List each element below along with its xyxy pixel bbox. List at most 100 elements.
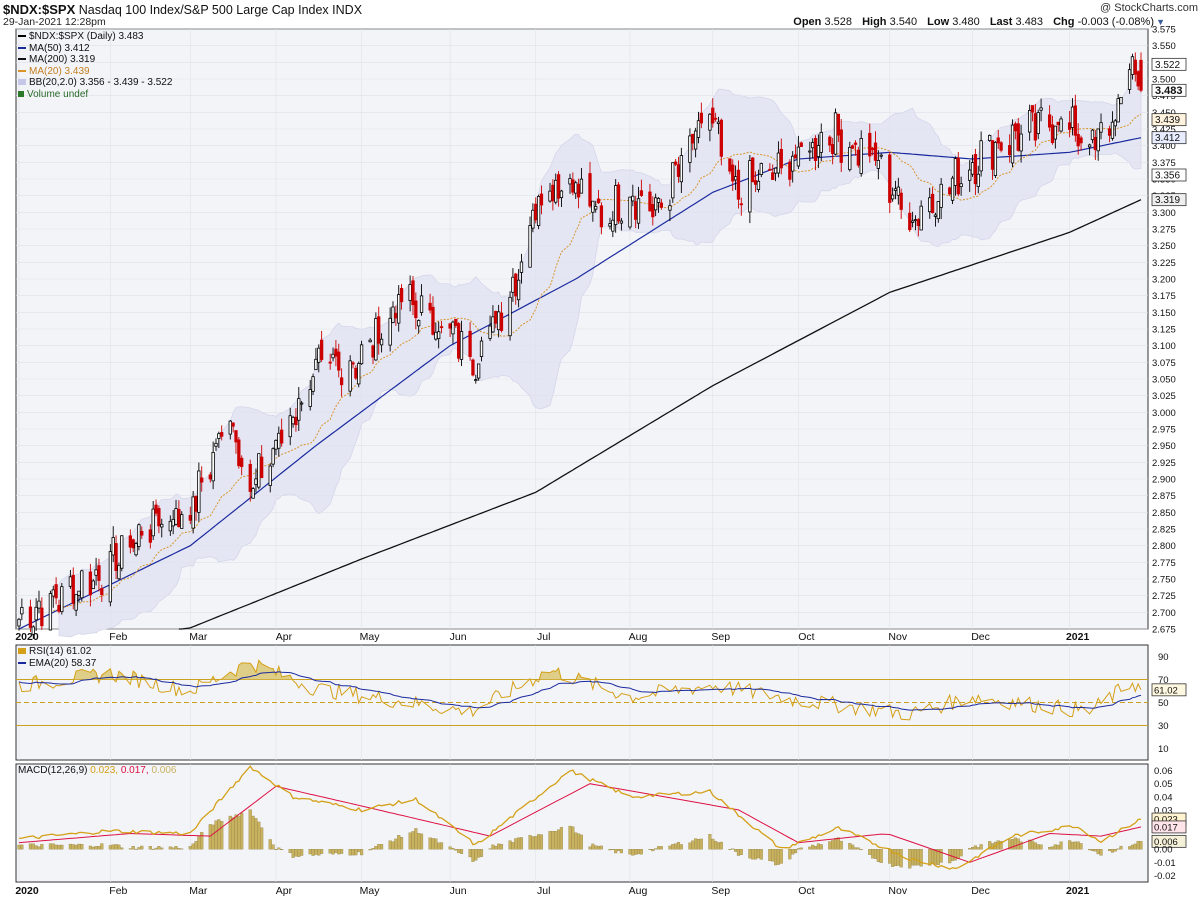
price-tick-label: 3.150 [1152, 308, 1176, 319]
candle-body [151, 508, 155, 537]
candle-body [1090, 129, 1095, 141]
rsi-tick-label: 10 [1158, 744, 1169, 755]
macd-histogram-bar [888, 849, 892, 864]
candle-body [634, 201, 638, 220]
candle-body [930, 193, 935, 214]
candle-body [654, 197, 658, 211]
candle-body [779, 148, 783, 169]
dropdown-arrow-icon[interactable]: ▼ [1156, 17, 1165, 27]
macd-histogram-bar [320, 849, 324, 854]
candle-body [391, 306, 395, 323]
month-label: Jul [537, 885, 550, 897]
candle-body [793, 154, 798, 159]
candle-body [933, 214, 938, 217]
candle-body [716, 121, 721, 124]
macd-histogram-bar [148, 846, 152, 850]
macd-histogram-bar [774, 849, 778, 866]
candle-body [1113, 120, 1117, 127]
candle-body [839, 129, 843, 163]
macd-histogram-bar [976, 847, 980, 850]
macd-histogram-bar [708, 834, 712, 850]
candle-body [848, 146, 852, 171]
candle-body [631, 195, 635, 202]
candle-body [656, 197, 661, 203]
candle-body [988, 134, 992, 141]
macd-histogram-bar [808, 846, 812, 850]
month-label: Jun [450, 631, 467, 643]
macd-histogram-bar [1108, 849, 1112, 851]
macd-histogram-bar [60, 844, 64, 850]
candle-body [691, 133, 695, 144]
candle-body [651, 204, 655, 218]
macd-histogram-bar [691, 840, 695, 850]
price-tick-label: 2.975 [1152, 425, 1176, 436]
macd-histogram-bar [160, 847, 164, 850]
macd-histogram-bar [754, 849, 758, 860]
candle-body [1036, 112, 1040, 135]
candle-body [1130, 56, 1135, 75]
macd-histogram-bar [68, 843, 72, 850]
candle-body [890, 194, 895, 200]
macd-histogram-bar [111, 844, 115, 850]
candle-body [828, 136, 832, 146]
macd-histogram-bar [611, 849, 615, 850]
candle-body [496, 311, 501, 331]
candle-body [148, 529, 152, 543]
candle-body [548, 190, 552, 202]
low-label: Low [927, 16, 950, 28]
month-label: May [360, 885, 381, 897]
candle-body [37, 600, 41, 609]
candle-body [611, 219, 615, 232]
legend-ma200: MA(200) 3.319 [18, 54, 172, 66]
macd-histogram-bar [260, 827, 264, 850]
macd-histogram-bar [793, 849, 798, 854]
macd-histogram-bar [1039, 844, 1043, 850]
candle-body [568, 178, 572, 185]
candle-body [514, 273, 518, 297]
macd-histogram-bar [699, 838, 703, 850]
macd-histogram-bar [619, 849, 623, 854]
candle-body [616, 184, 621, 222]
macd-histogram-bar [97, 846, 101, 850]
month-label: Aug [629, 885, 648, 897]
legend-hist-value: 0.006 [151, 765, 177, 776]
macd-histogram-bar [51, 843, 55, 850]
macd-histogram-bar [879, 849, 883, 863]
macd-histogram-bar [688, 842, 692, 850]
candle-body [859, 138, 863, 174]
macd-histogram-bar [231, 817, 235, 850]
macd-histogram-bar [397, 835, 401, 850]
candle-body [428, 302, 432, 311]
candle-body [588, 173, 592, 207]
candle-body [813, 138, 818, 162]
candle-body [488, 325, 492, 339]
candle-body [334, 348, 338, 357]
candle-body [1070, 106, 1075, 128]
candle-body [936, 201, 940, 220]
candle-body [140, 530, 144, 536]
price-value-tag-label: 3.319 [1155, 195, 1180, 206]
price-tick-label: 2.850 [1152, 508, 1176, 519]
candle-body [168, 520, 172, 532]
candle-body [77, 590, 81, 596]
macd-histogram-bar [734, 849, 738, 852]
candle-body [180, 514, 184, 529]
candle-body [913, 219, 918, 222]
candle-body [648, 191, 652, 212]
candle-body [328, 361, 332, 364]
macd-histogram-bar [768, 849, 772, 862]
macd-histogram-bar [131, 845, 135, 850]
macd-histogram-bar [588, 846, 592, 850]
macd-histogram-bar [297, 849, 301, 857]
macd-histogram-bar [856, 847, 860, 850]
candle-body [28, 606, 33, 628]
candle-body [454, 318, 458, 326]
candle-body [94, 569, 98, 576]
legend-macd-value: 0.023, [90, 765, 119, 776]
macd-histogram-bar [554, 831, 558, 850]
candle-body [748, 160, 752, 213]
macd-histogram-bar [896, 849, 900, 866]
macd-histogram-bar [511, 842, 515, 850]
candle-body [1028, 110, 1032, 133]
legend-signal-value: 0.017, [120, 765, 149, 776]
